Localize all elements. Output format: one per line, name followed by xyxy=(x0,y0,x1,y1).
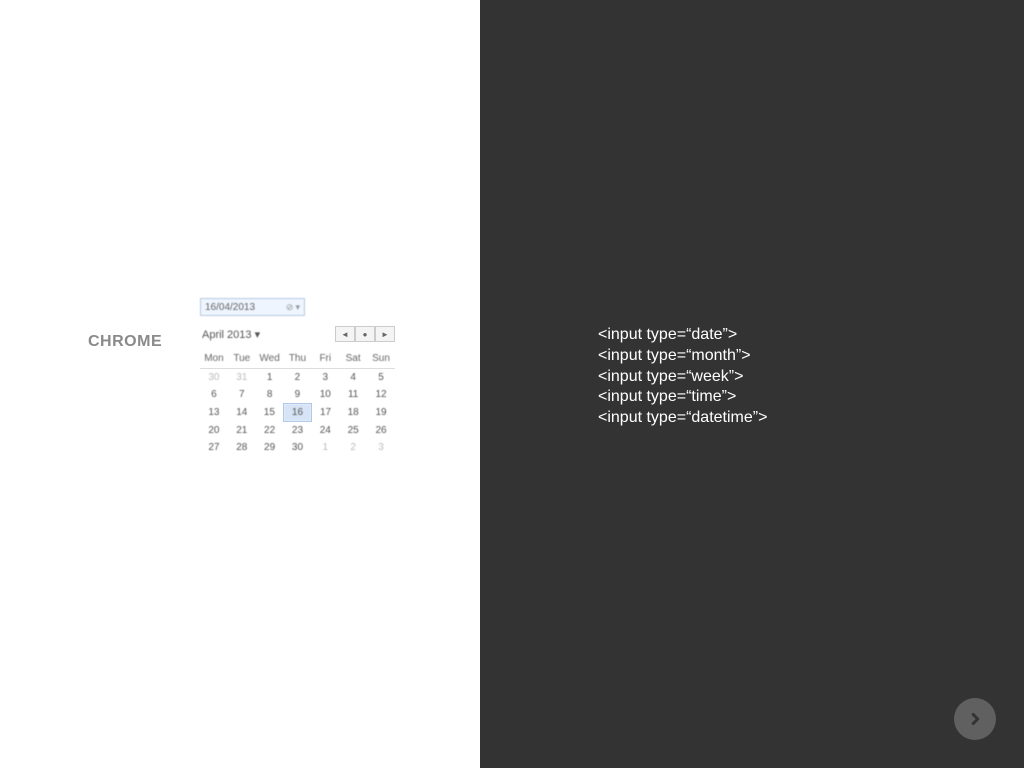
calendar-day[interactable]: 22 xyxy=(256,422,284,440)
calendar-row: 303112345 xyxy=(200,369,395,387)
calendar-nav: ◄ ● ► xyxy=(335,326,395,342)
calendar-day[interactable]: 14 xyxy=(228,404,256,422)
calendar-body: 3031123456789101112131415161718192021222… xyxy=(200,369,395,457)
calendar-next-button[interactable]: ► xyxy=(375,326,395,342)
calendar-day[interactable]: 2 xyxy=(284,369,312,387)
calendar-grid: MonTueWedThuFriSatSun 303112345678910111… xyxy=(200,350,395,456)
calendar-day[interactable]: 18 xyxy=(339,404,367,422)
calendar-day[interactable]: 11 xyxy=(339,386,367,404)
calendar-day[interactable]: 23 xyxy=(284,422,312,440)
calendar-day[interactable]: 29 xyxy=(256,439,284,456)
calendar-day[interactable]: 1 xyxy=(256,369,284,387)
calendar-day[interactable]: 2 xyxy=(339,439,367,456)
calendar-day[interactable]: 8 xyxy=(256,386,284,404)
calendar-day[interactable]: 19 xyxy=(367,404,395,422)
calendar-month-label[interactable]: April 2013 ▾ xyxy=(200,328,335,341)
calendar-today-button[interactable]: ● xyxy=(355,326,375,342)
calendar-day[interactable]: 3 xyxy=(367,439,395,456)
calendar-row: 13141516171819 xyxy=(200,404,395,422)
calendar-day[interactable]: 10 xyxy=(311,386,339,404)
arrow-right-icon xyxy=(964,708,986,730)
calendar-prev-button[interactable]: ◄ xyxy=(335,326,355,342)
calendar-day[interactable]: 13 xyxy=(200,404,228,422)
date-picker-widget: 16/04/2013 ⊘ ▾ April 2013 ▾ ◄ ● ► MonTue… xyxy=(200,298,395,456)
calendar-weekday: Sun xyxy=(367,350,395,369)
calendar-day[interactable]: 26 xyxy=(367,422,395,440)
calendar-day[interactable]: 16 xyxy=(284,404,312,422)
calendar-row: 27282930123 xyxy=(200,439,395,456)
calendar-day[interactable]: 17 xyxy=(311,404,339,422)
calendar-day[interactable]: 25 xyxy=(339,422,367,440)
calendar-day[interactable]: 4 xyxy=(339,369,367,387)
calendar-day[interactable]: 24 xyxy=(311,422,339,440)
dropdown-icon[interactable]: ▾ xyxy=(295,302,300,313)
calendar-weekday: Sat xyxy=(339,350,367,369)
calendar-weekday: Fri xyxy=(311,350,339,369)
calendar-day[interactable]: 9 xyxy=(284,386,312,404)
calendar-day[interactable]: 30 xyxy=(200,369,228,387)
spinner-icon[interactable]: ⊘ xyxy=(286,302,294,313)
calendar-day[interactable]: 15 xyxy=(256,404,284,422)
calendar-weekday: Thu xyxy=(284,350,312,369)
calendar-day[interactable]: 1 xyxy=(311,439,339,456)
calendar-day[interactable]: 21 xyxy=(228,422,256,440)
calendar-day[interactable]: 28 xyxy=(228,439,256,456)
calendar-day[interactable]: 12 xyxy=(367,386,395,404)
calendar-weekday: Wed xyxy=(256,350,284,369)
calendar-header: April 2013 ▾ ◄ ● ► xyxy=(200,326,395,342)
next-slide-button[interactable] xyxy=(954,698,996,740)
calendar-day[interactable]: 30 xyxy=(284,439,312,456)
calendar-day[interactable]: 6 xyxy=(200,386,228,404)
date-input[interactable]: 16/04/2013 ⊘ ▾ xyxy=(200,298,305,316)
calendar-day[interactable]: 7 xyxy=(228,386,256,404)
code-snippet: <input type=“date”> <input type=“month”>… xyxy=(598,325,767,429)
calendar-row: 20212223242526 xyxy=(200,422,395,440)
calendar-row: 6789101112 xyxy=(200,386,395,404)
date-input-controls: ⊘ ▾ xyxy=(286,302,300,313)
date-input-value: 16/04/2013 xyxy=(205,302,286,313)
calendar-day[interactable]: 27 xyxy=(200,439,228,456)
right-panel: <input type=“date”> <input type=“month”>… xyxy=(480,0,1024,768)
calendar-weekday: Mon xyxy=(200,350,228,369)
calendar-day[interactable]: 5 xyxy=(367,369,395,387)
left-panel: CHROME 16/04/2013 ⊘ ▾ April 2013 ▾ ◄ ● ►… xyxy=(0,0,480,768)
calendar-day[interactable]: 3 xyxy=(311,369,339,387)
calendar-weekday-row: MonTueWedThuFriSatSun xyxy=(200,350,395,369)
calendar-weekday: Tue xyxy=(228,350,256,369)
browser-label: CHROME xyxy=(88,333,162,351)
calendar-day[interactable]: 31 xyxy=(228,369,256,387)
calendar-day[interactable]: 20 xyxy=(200,422,228,440)
